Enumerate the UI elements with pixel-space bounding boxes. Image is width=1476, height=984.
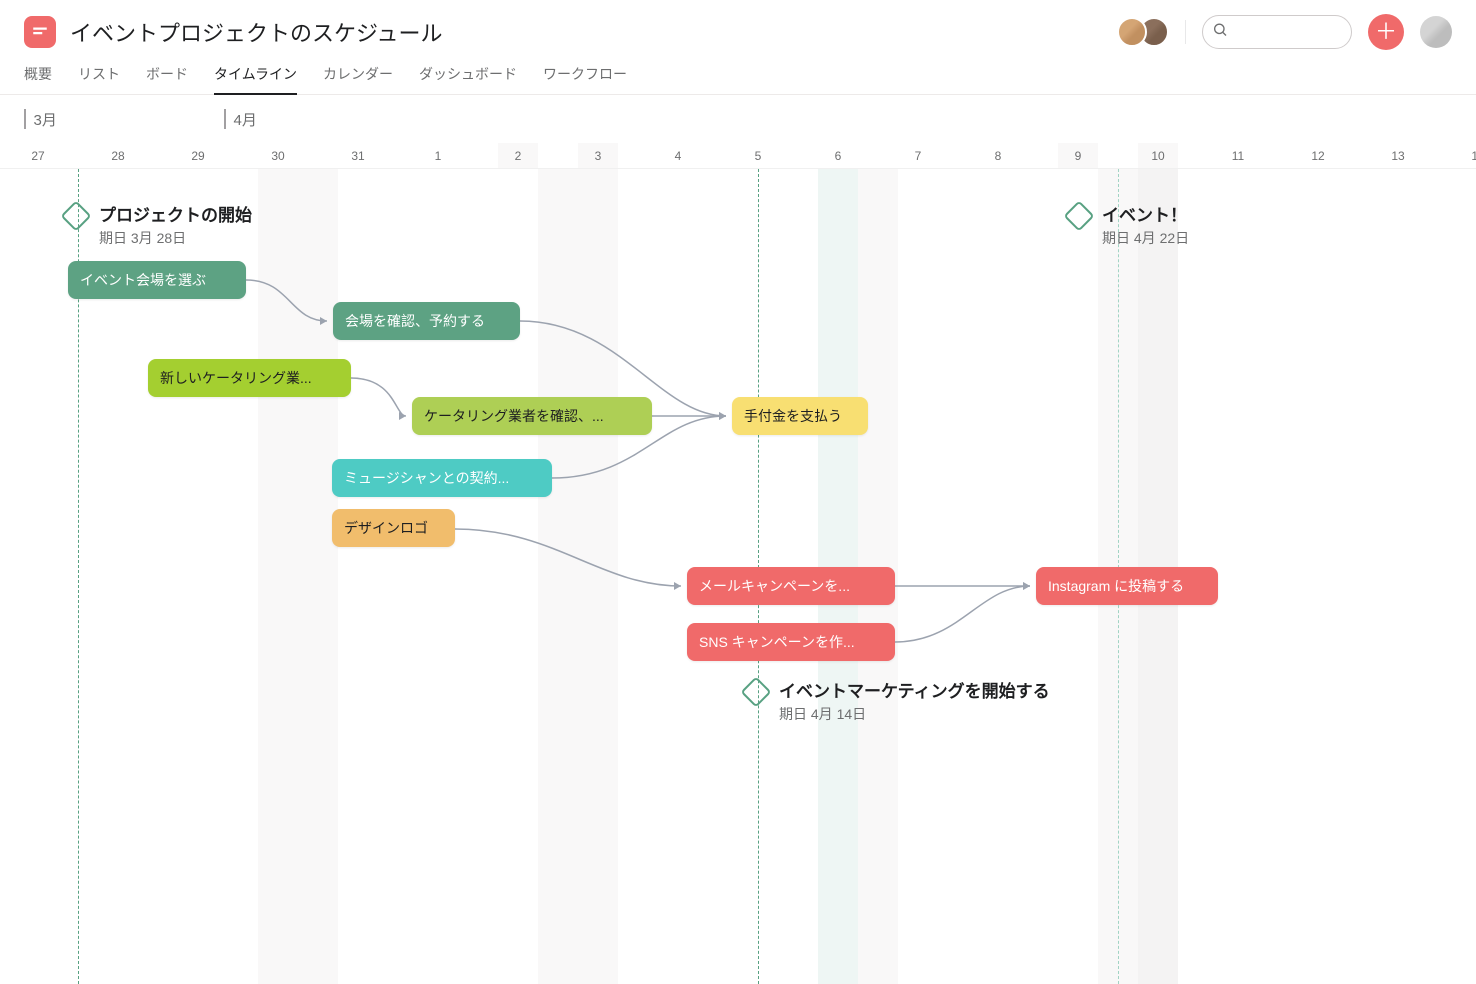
- task-bar[interactable]: デザインロゴ: [332, 509, 455, 547]
- day-header: 7: [898, 143, 938, 168]
- member-avatars[interactable]: [1125, 17, 1169, 47]
- month-label: 3月: [24, 109, 57, 130]
- day-header: 11: [1218, 143, 1258, 168]
- milestone-date: 期日 3月 28日: [99, 228, 252, 248]
- tab-6[interactable]: ワークフロー: [543, 64, 627, 94]
- task-bar[interactable]: ミュージシャンとの契約...: [332, 459, 552, 497]
- milestone-date: 期日 4月 22日: [1102, 228, 1189, 248]
- divider: [1185, 20, 1186, 44]
- task-bar[interactable]: イベント会場を選ぶ: [68, 261, 246, 299]
- project-icon: [24, 16, 56, 48]
- day-header: 12: [1298, 143, 1338, 168]
- milestone-diamond-icon: [1063, 200, 1094, 231]
- day-header: 31: [338, 143, 378, 168]
- task-bar[interactable]: メールキャンペーンを...: [687, 567, 895, 605]
- search-icon: [1212, 22, 1228, 43]
- milestone-title: イベント！: [1102, 201, 1189, 226]
- task-bar[interactable]: SNS キャンペーンを作...: [687, 623, 895, 661]
- task-bar[interactable]: ケータリング業者を確認、...: [412, 397, 652, 435]
- tab-0[interactable]: 概要: [24, 64, 52, 94]
- task-bar[interactable]: Instagram に投稿する: [1036, 567, 1218, 605]
- day-header: 9: [1058, 143, 1098, 168]
- task-bar[interactable]: 手付金を支払う: [732, 397, 868, 435]
- day-header: 14: [1458, 143, 1476, 168]
- day-header: 28: [98, 143, 138, 168]
- tab-1[interactable]: リスト: [78, 64, 120, 94]
- avatar: [1117, 17, 1147, 47]
- milestone-date: 期日 4月 14日: [779, 704, 1050, 724]
- day-header: 3: [578, 143, 618, 168]
- milestone-title: イベントマーケティングを開始する: [779, 677, 1050, 702]
- day-header: 8: [978, 143, 1018, 168]
- day-header: 10: [1138, 143, 1178, 168]
- day-header: 5: [738, 143, 778, 168]
- day-header: 30: [258, 143, 298, 168]
- tab-2[interactable]: ボード: [146, 64, 188, 94]
- tab-3[interactable]: タイムライン: [214, 64, 297, 94]
- day-header: 13: [1378, 143, 1418, 168]
- day-header: 1: [418, 143, 458, 168]
- task-bar[interactable]: 会場を確認、予約する: [333, 302, 520, 340]
- milestone-title: プロジェクトの開始: [99, 201, 252, 226]
- day-header: 4: [658, 143, 698, 168]
- day-header: 27: [18, 143, 58, 168]
- milestone[interactable]: イベントマーケティングを開始する期日 4月 14日: [745, 677, 1050, 724]
- add-button[interactable]: ＋: [1368, 14, 1404, 50]
- month-label: 4月: [224, 109, 257, 130]
- milestone[interactable]: プロジェクトの開始期日 3月 28日: [65, 201, 252, 248]
- search-box[interactable]: [1202, 15, 1352, 49]
- day-header: 29: [178, 143, 218, 168]
- task-bar[interactable]: 新しいケータリング業...: [148, 359, 351, 397]
- day-header: 6: [818, 143, 858, 168]
- milestone-diamond-icon: [60, 200, 91, 231]
- tab-5[interactable]: ダッシュボード: [419, 64, 517, 94]
- plus-icon: ＋: [1375, 21, 1397, 43]
- user-avatar[interactable]: [1420, 16, 1452, 48]
- milestone[interactable]: イベント！期日 4月 22日: [1068, 201, 1189, 248]
- milestone-diamond-icon: [740, 676, 771, 707]
- project-title: イベントプロジェクトのスケジュール: [70, 16, 442, 48]
- tab-4[interactable]: カレンダー: [323, 64, 393, 94]
- day-header: 2: [498, 143, 538, 168]
